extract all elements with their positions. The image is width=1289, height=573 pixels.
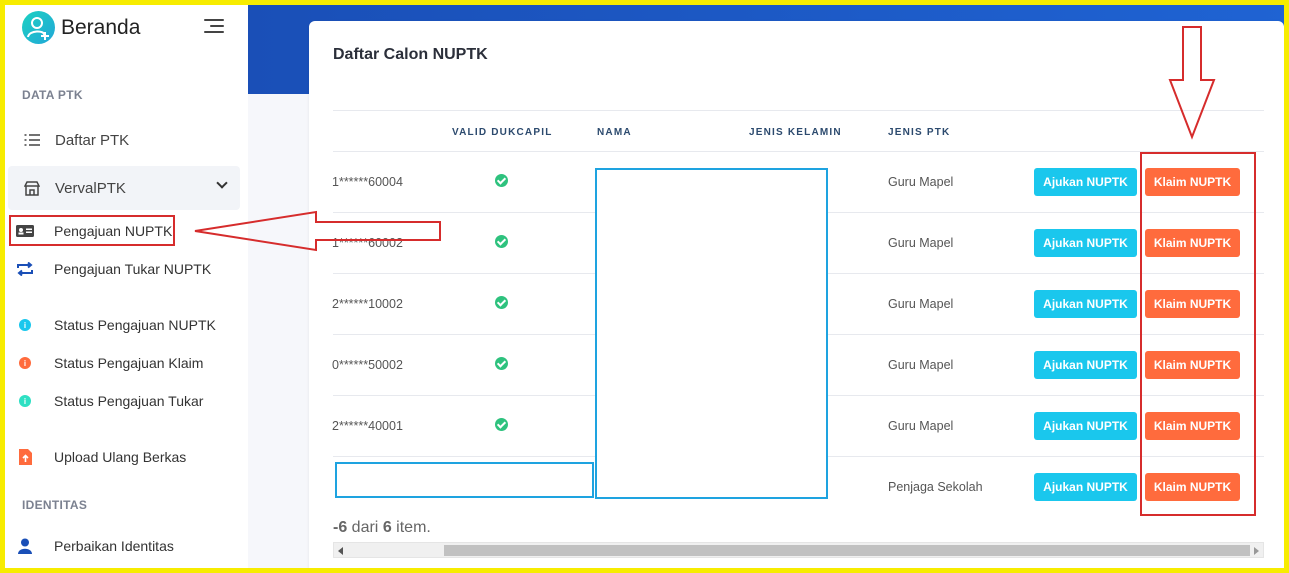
annotation-arrows <box>194 26 1216 252</box>
down-arrow-icon <box>1168 26 1216 140</box>
left-arrow-icon <box>194 210 441 252</box>
